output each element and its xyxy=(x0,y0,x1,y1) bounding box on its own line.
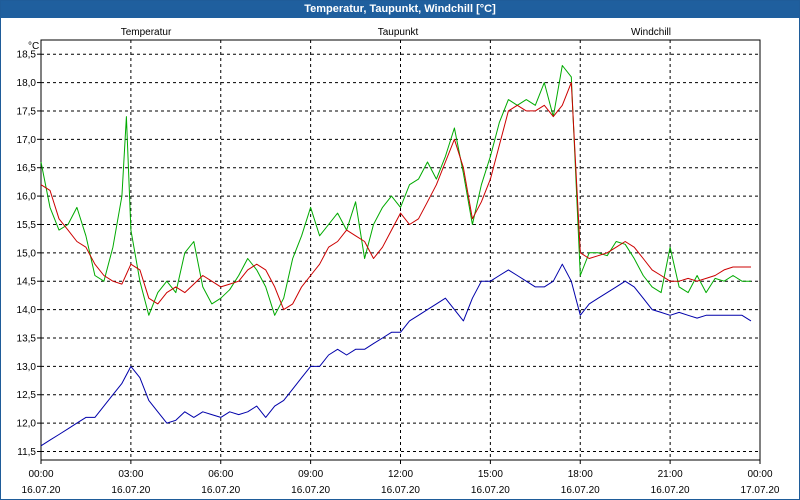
x-tick-time: 21:00 xyxy=(658,469,683,480)
x-tick-time: 06:00 xyxy=(208,469,233,480)
y-tick-label: 15,5 xyxy=(17,220,37,231)
x-tick-date: 16.07.20 xyxy=(561,485,600,496)
x-tick-date: 16.07.20 xyxy=(111,485,150,496)
y-tick-label: 12,0 xyxy=(17,419,37,430)
y-tick-label: 14,5 xyxy=(17,277,37,288)
y-tick-label: 13,0 xyxy=(17,362,37,373)
y-tick-label: 13,5 xyxy=(17,333,37,344)
x-tick-date: 16.07.20 xyxy=(291,485,330,496)
x-tick-time: 00:00 xyxy=(747,469,772,480)
y-tick-label: 17,5 xyxy=(17,106,37,117)
x-tick-time: 09:00 xyxy=(298,469,323,480)
legend-windchill: Windchill xyxy=(631,27,671,38)
y-tick-label: 18,0 xyxy=(17,78,37,89)
chart-canvas: °C 11,512,012,513,013,514,014,515,015,51… xyxy=(17,27,780,496)
chart-window: Temperatur, Taupunkt, Windchill [°C] °C … xyxy=(0,0,800,500)
y-tick-label: 14,0 xyxy=(17,305,37,316)
legend: Temperatur Taupunkt Windchill xyxy=(121,27,671,38)
y-tick-label: 16,5 xyxy=(17,163,37,174)
x-tick-date: 16.07.20 xyxy=(651,485,690,496)
x-tick-time: 12:00 xyxy=(388,469,413,480)
x-tick-time: 15:00 xyxy=(478,469,503,480)
legend-taupunkt: Taupunkt xyxy=(378,27,419,38)
x-tick-time: 18:00 xyxy=(568,469,593,480)
x-tick-time: 03:00 xyxy=(118,469,143,480)
y-tick-label: 15,0 xyxy=(17,248,37,259)
x-tick-date: 16.07.20 xyxy=(201,485,240,496)
x-tick-date: 16.07.20 xyxy=(471,485,510,496)
x-tick-date: 17.07.20 xyxy=(741,485,780,496)
y-tick-label: 12,5 xyxy=(17,390,37,401)
y-tick-label: 16,0 xyxy=(17,192,37,203)
x-tick-time: 00:00 xyxy=(28,469,53,480)
x-tick-date: 16.07.20 xyxy=(22,485,61,496)
y-tick-label: 11,5 xyxy=(17,447,36,458)
y-tick-label: 17,0 xyxy=(17,135,37,146)
legend-temperatur: Temperatur xyxy=(121,27,172,38)
x-tick-date: 16.07.20 xyxy=(381,485,420,496)
y-tick-label: 18,5 xyxy=(17,50,37,61)
